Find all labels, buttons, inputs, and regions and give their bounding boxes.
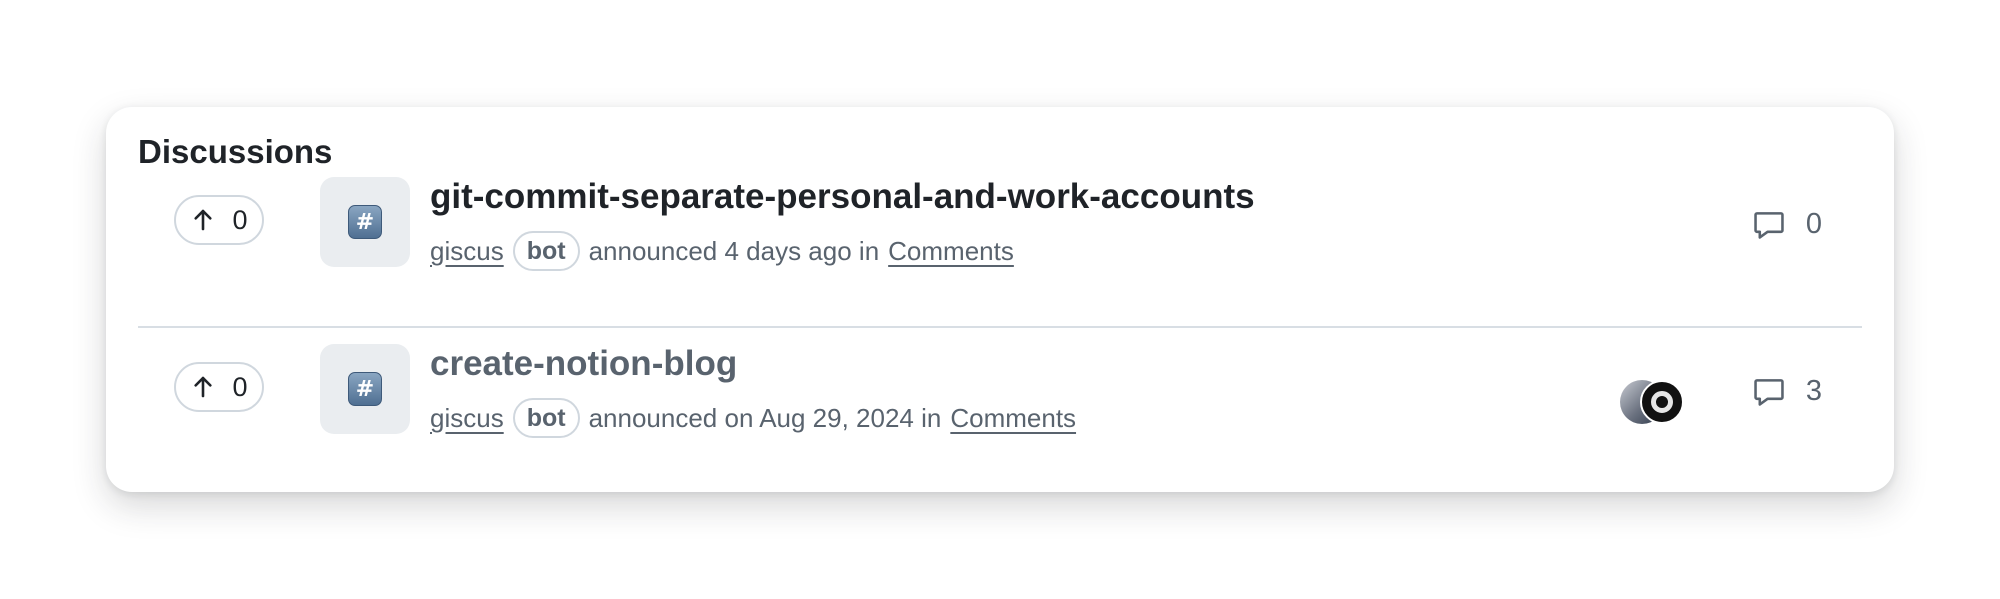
participant-avatar[interactable]: [1640, 380, 1684, 424]
upvote-button[interactable]: 0: [174, 195, 264, 245]
upvote-button[interactable]: 0: [174, 362, 264, 412]
comment-icon: [1752, 374, 1786, 408]
announced-text: announced 4 days ago in: [588, 235, 880, 266]
arrow-up-icon: [190, 374, 216, 400]
upvote-count: 0: [232, 204, 248, 235]
hash-icon: #: [348, 205, 382, 239]
discussion-meta: giscus bot announced on Aug 29, 2024 in …: [430, 398, 1076, 438]
comment-count[interactable]: 0: [1752, 207, 1822, 241]
participant-avatars: [1620, 380, 1686, 424]
discussion-row: 0 # create-notion-blog giscus bot announ…: [138, 344, 1862, 474]
discussions-heading: Discussions: [138, 133, 333, 170]
bot-badge: bot: [512, 231, 580, 271]
discussion-meta: giscus bot announced 4 days ago in Comme…: [430, 231, 1014, 271]
author-link[interactable]: giscus: [430, 403, 504, 434]
bot-badge: bot: [512, 398, 580, 438]
category-link[interactable]: Comments: [950, 403, 1076, 434]
comment-count-value: 0: [1805, 207, 1822, 240]
discussions-card: Discussions 0 # git-commit-separate-pers…: [106, 107, 1894, 492]
comment-icon: [1752, 207, 1786, 241]
row-divider: [138, 326, 1862, 328]
discussion-title-link[interactable]: create-notion-blog: [430, 344, 737, 384]
comment-count[interactable]: 3: [1752, 374, 1822, 408]
category-tile: #: [320, 177, 410, 267]
hash-icon: #: [348, 372, 382, 406]
discussion-row: 0 # git-commit-separate-personal-and-wor…: [138, 177, 1862, 307]
ring-logo-icon: [1651, 391, 1673, 413]
upvote-count: 0: [232, 371, 248, 402]
comment-count-value: 3: [1805, 374, 1822, 407]
discussion-title-link[interactable]: git-commit-separate-personal-and-work-ac…: [430, 177, 1255, 217]
category-link[interactable]: Comments: [888, 236, 1014, 267]
category-tile: #: [320, 344, 410, 434]
arrow-up-icon: [190, 207, 216, 233]
author-link[interactable]: giscus: [430, 236, 504, 267]
announced-text: announced on Aug 29, 2024 in: [588, 402, 942, 433]
